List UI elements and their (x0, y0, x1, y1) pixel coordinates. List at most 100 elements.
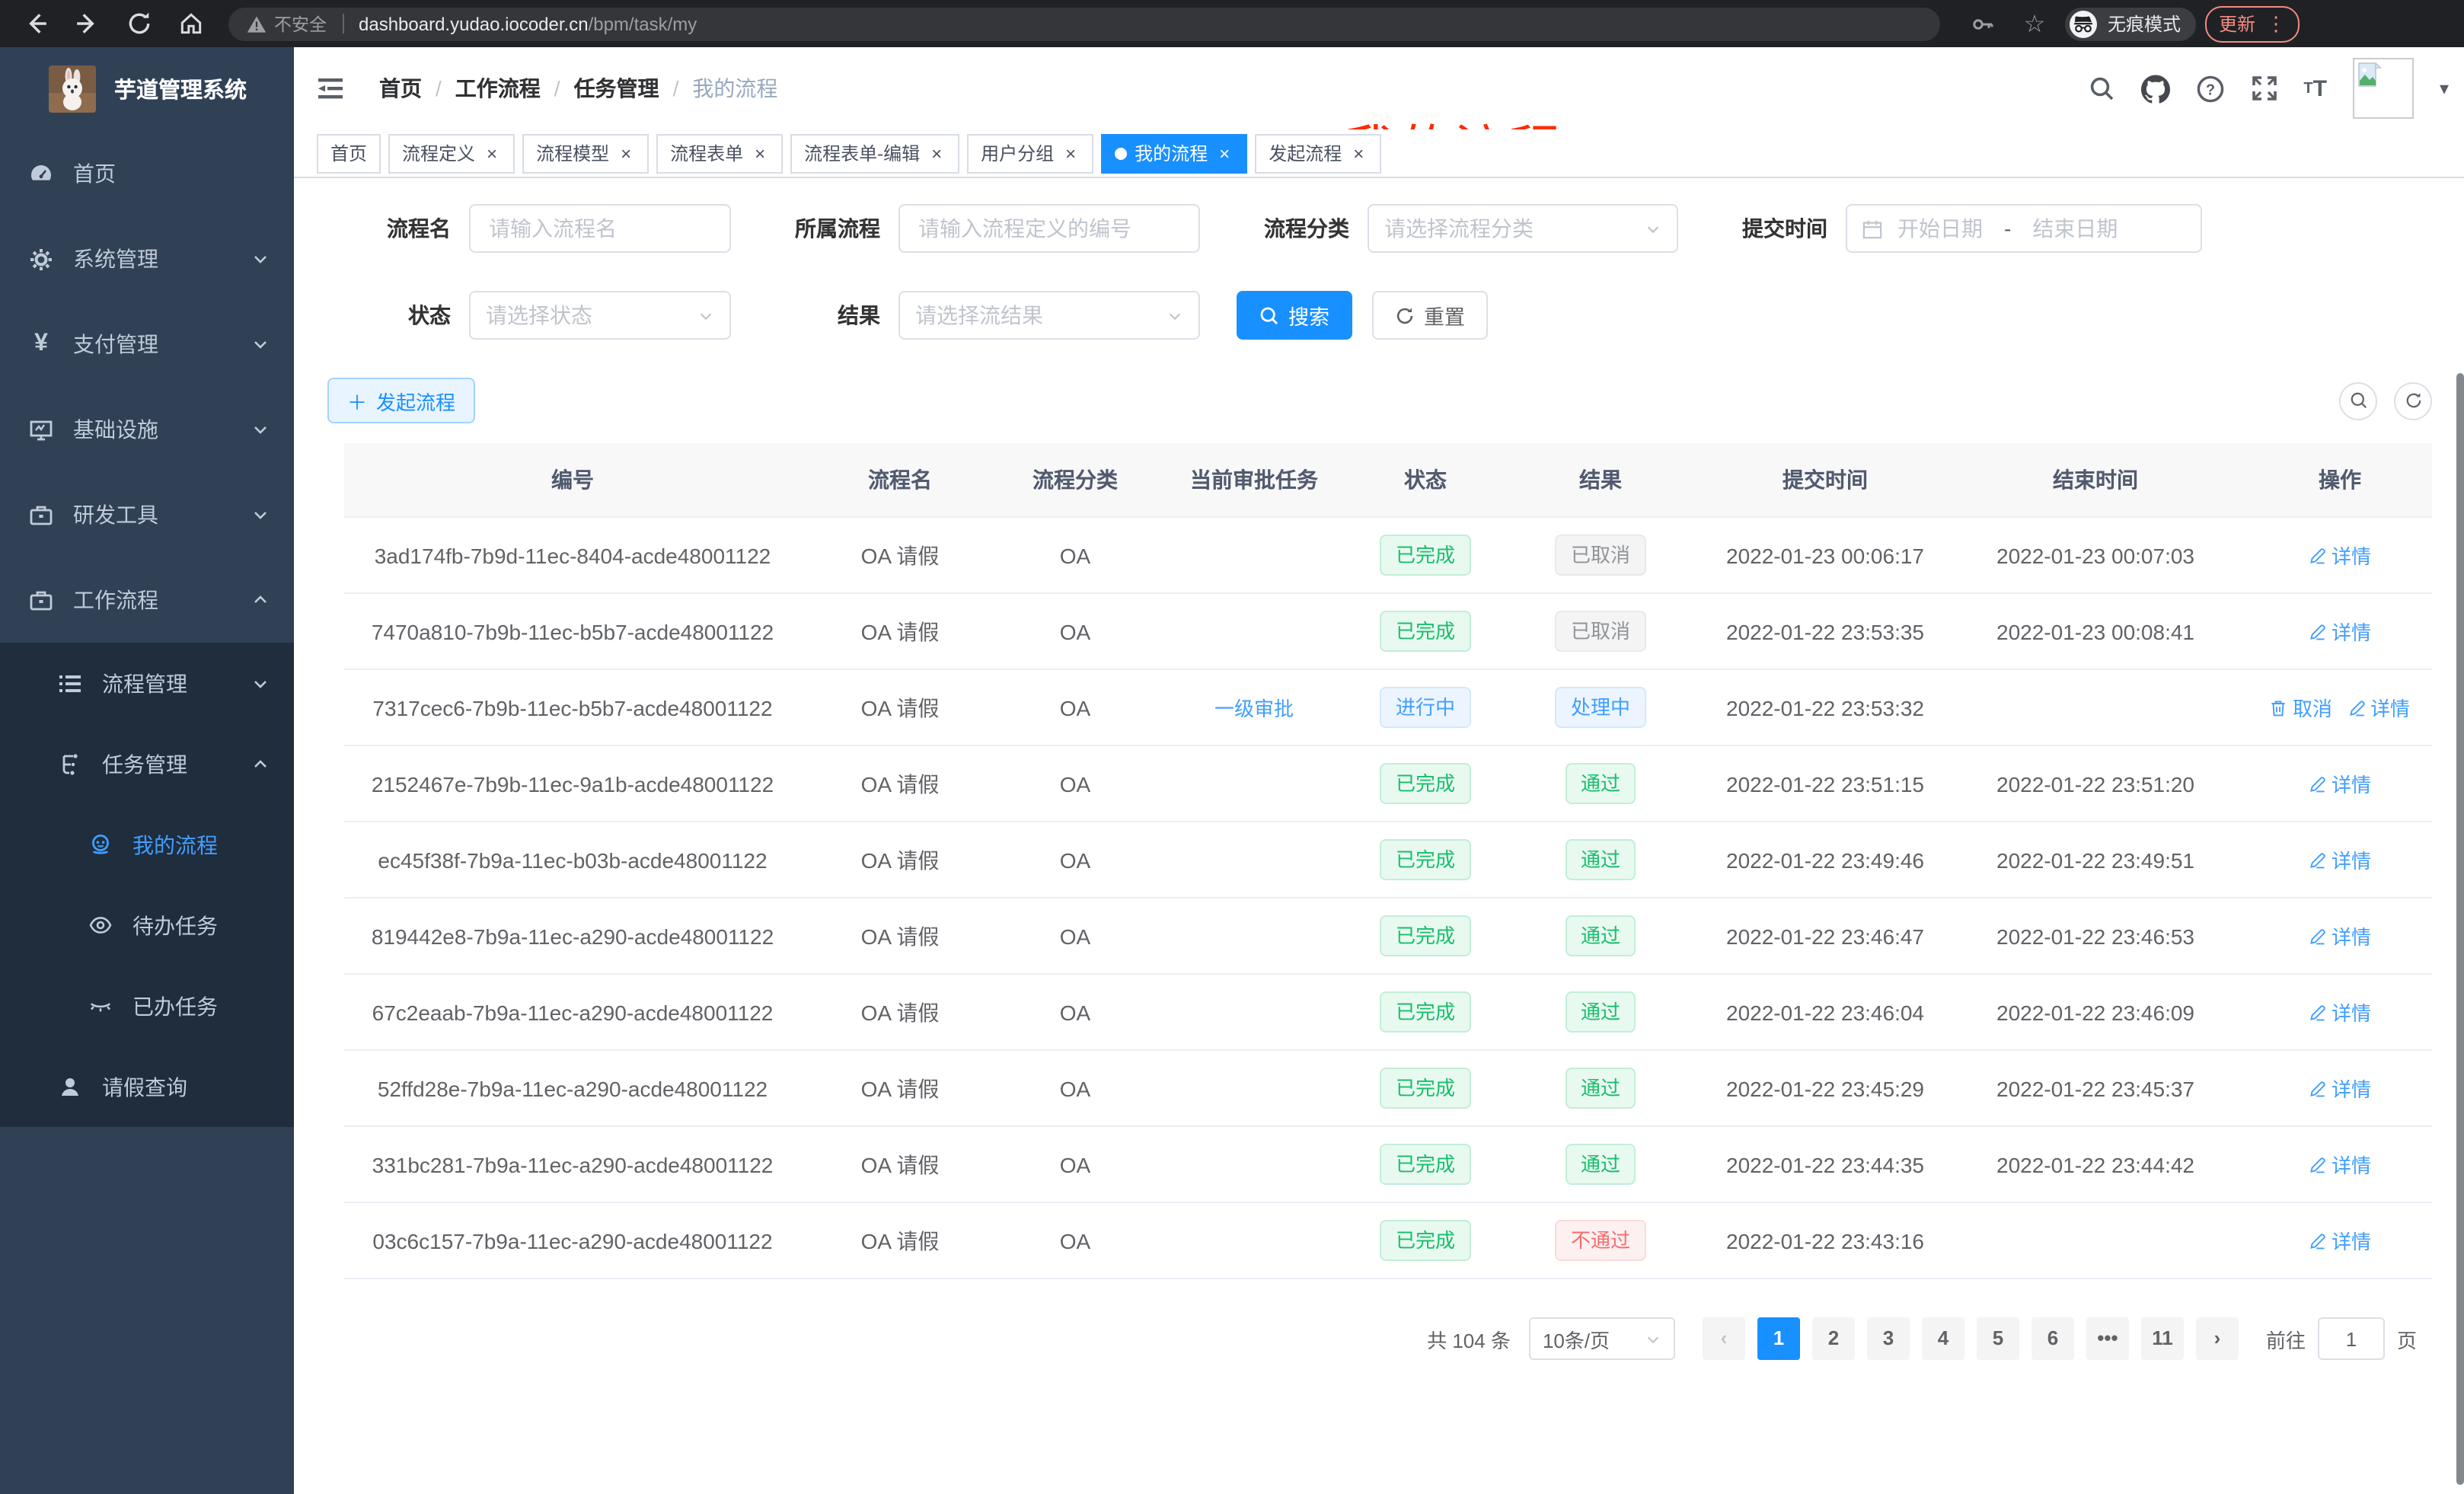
sidebar-item-system[interactable]: 系统管理 (0, 216, 294, 302)
browser-update-button[interactable]: 更新 ⋮ (2205, 5, 2300, 42)
fullscreen-icon[interactable] (2250, 75, 2277, 102)
browser-menu-icon[interactable]: ⋮ (2266, 14, 2286, 34)
main-content: 流程名 所属流程 流程分类 请选择流程分类 提交时间 (294, 178, 2464, 1494)
not-secure-warning-icon[interactable] (247, 14, 267, 33)
status-select[interactable]: 请选择状态 (469, 291, 731, 340)
tab-label: 流程表单 (670, 140, 743, 166)
cell-category: OA (999, 1126, 1151, 1202)
search-icon[interactable] (2087, 75, 2115, 102)
breadcrumb-workflow[interactable]: 工作流程 (455, 73, 541, 104)
start-process-button[interactable]: ＋ 发起流程 (327, 378, 475, 423)
detail-link[interactable]: 详情 (2309, 845, 2371, 874)
reset-button[interactable]: 重置 (1372, 291, 1488, 340)
detail-link[interactable]: 详情 (2309, 1150, 2371, 1179)
address-bar[interactable]: 不安全 dashboard.yudao.iocoder.cn /bpm/task… (228, 7, 1940, 40)
page-button-6[interactable]: 6 (2032, 1317, 2074, 1360)
tab-home[interactable]: 首页 (317, 133, 381, 173)
tab-start-process[interactable]: 发起流程 × (1255, 133, 1381, 173)
close-icon[interactable]: × (617, 142, 635, 164)
definition-input[interactable] (898, 204, 1200, 253)
tab-process-definition[interactable]: 流程定义 × (388, 133, 515, 173)
close-icon[interactable]: × (751, 142, 769, 164)
page-button-3[interactable]: 3 (1867, 1317, 1910, 1360)
bookmark-star-icon[interactable]: ☆ (2013, 4, 2056, 43)
monitor-icon (29, 417, 53, 442)
sidebar-item-label: 任务管理 (102, 749, 187, 779)
table-search-toggle-icon[interactable] (2339, 381, 2377, 420)
next-page-button[interactable]: › (2196, 1317, 2239, 1360)
process-name-input[interactable] (469, 204, 731, 253)
sidebar-item-payment[interactable]: ¥ 支付管理 (0, 302, 294, 387)
cancel-link[interactable]: 取消 (2270, 693, 2332, 722)
goto-page-input[interactable] (2318, 1317, 2385, 1360)
close-icon[interactable]: × (483, 142, 501, 164)
detail-link[interactable]: 详情 (2309, 769, 2371, 798)
detail-link[interactable]: 详情 (2309, 1226, 2371, 1255)
cell-end-time: 2022-01-23 00:07:03 (1943, 517, 2248, 593)
close-icon[interactable]: × (1349, 142, 1368, 164)
close-icon[interactable]: × (1061, 142, 1080, 164)
tab-user-group[interactable]: 用户分组 × (967, 133, 1093, 173)
pencil-icon (2309, 1079, 2327, 1097)
sidebar-item-workflow[interactable]: 工作流程 (0, 557, 294, 643)
avatar-caret-icon[interactable]: ▾ (2440, 78, 2449, 99)
submit-time-range-picker[interactable]: 开始日期 - 结束日期 (1846, 204, 2202, 253)
incognito-label: 无痕模式 (2108, 11, 2181, 37)
forward-icon[interactable] (61, 4, 113, 43)
sidebar-item-done-tasks[interactable]: 已办任务 (0, 966, 294, 1046)
tab-process-form-edit[interactable]: 流程表单-编辑 × (790, 133, 959, 173)
collapse-menu-icon[interactable] (315, 73, 346, 104)
page-size-select[interactable]: 10条/页 (1529, 1317, 1675, 1360)
home-icon[interactable] (164, 4, 216, 43)
detail-link[interactable]: 详情 (2348, 693, 2410, 722)
current-task-link[interactable]: 一级审批 (1214, 693, 1294, 722)
sidebar-item-process-management[interactable]: 流程管理 (0, 643, 294, 723)
column-header: 当前审批任务 (1151, 443, 1357, 517)
help-icon[interactable]: ? (2195, 74, 2224, 103)
font-size-icon[interactable]: TT (2303, 75, 2327, 101)
tab-process-form[interactable]: 流程表单 × (656, 133, 783, 173)
page-button-11[interactable]: 11 (2141, 1317, 2184, 1360)
page-button-4[interactable]: 4 (1922, 1317, 1964, 1360)
user-icon (58, 1074, 82, 1099)
breadcrumb-task-management[interactable]: 任务管理 (574, 73, 659, 104)
app-logo[interactable]: 芋道管理系统 (0, 47, 294, 131)
breadcrumb-home[interactable]: 首页 (379, 73, 422, 104)
cell-status: 已完成 (1357, 745, 1494, 822)
password-key-icon[interactable] (1961, 4, 2004, 43)
close-icon[interactable]: × (1215, 142, 1234, 164)
result-select[interactable]: 请选择流结果 (898, 291, 1200, 340)
sidebar-item-leave-query[interactable]: 请假查询 (0, 1046, 294, 1127)
back-icon[interactable] (9, 4, 61, 43)
more-pages-button[interactable]: ••• (2086, 1317, 2129, 1360)
sidebar-item-home[interactable]: 首页 (0, 131, 294, 216)
scrollbar[interactable] (2456, 373, 2464, 1485)
close-icon[interactable]: × (927, 142, 946, 164)
page-button-2[interactable]: 2 (1812, 1317, 1855, 1360)
detail-link[interactable]: 详情 (2309, 1074, 2371, 1103)
page-button-1[interactable]: 1 (1757, 1317, 1800, 1360)
table-refresh-icon[interactable] (2394, 381, 2432, 420)
prev-page-button[interactable]: ‹ (1703, 1317, 1745, 1360)
avatar[interactable] (2353, 58, 2414, 119)
category-select[interactable]: 请选择流程分类 (1368, 204, 1678, 253)
github-icon[interactable] (2140, 74, 2169, 103)
sidebar-item-task-management[interactable]: 任务管理 (0, 723, 294, 804)
detail-link[interactable]: 详情 (2309, 921, 2371, 950)
cell-category: OA (999, 669, 1151, 745)
cell-end-time (1943, 669, 2248, 745)
search-button[interactable]: 搜索 (1237, 291, 1352, 340)
tab-my-process[interactable]: 我的流程 × (1101, 133, 1247, 173)
reload-icon[interactable] (113, 4, 164, 43)
detail-link[interactable]: 详情 (2309, 541, 2371, 570)
detail-link[interactable]: 详情 (2309, 617, 2371, 646)
sidebar-item-label: 待办任务 (132, 910, 218, 940)
sidebar-item-infrastructure[interactable]: 基础设施 (0, 387, 294, 472)
tab-label: 发起流程 (1269, 140, 1342, 166)
tab-process-model[interactable]: 流程模型 × (522, 133, 649, 173)
sidebar-item-todo-tasks[interactable]: 待办任务 (0, 885, 294, 966)
detail-link[interactable]: 详情 (2309, 998, 2371, 1026)
sidebar-item-my-process[interactable]: 我的流程 (0, 804, 294, 885)
sidebar-item-devtools[interactable]: 研发工具 (0, 472, 294, 557)
page-button-5[interactable]: 5 (1977, 1317, 2019, 1360)
